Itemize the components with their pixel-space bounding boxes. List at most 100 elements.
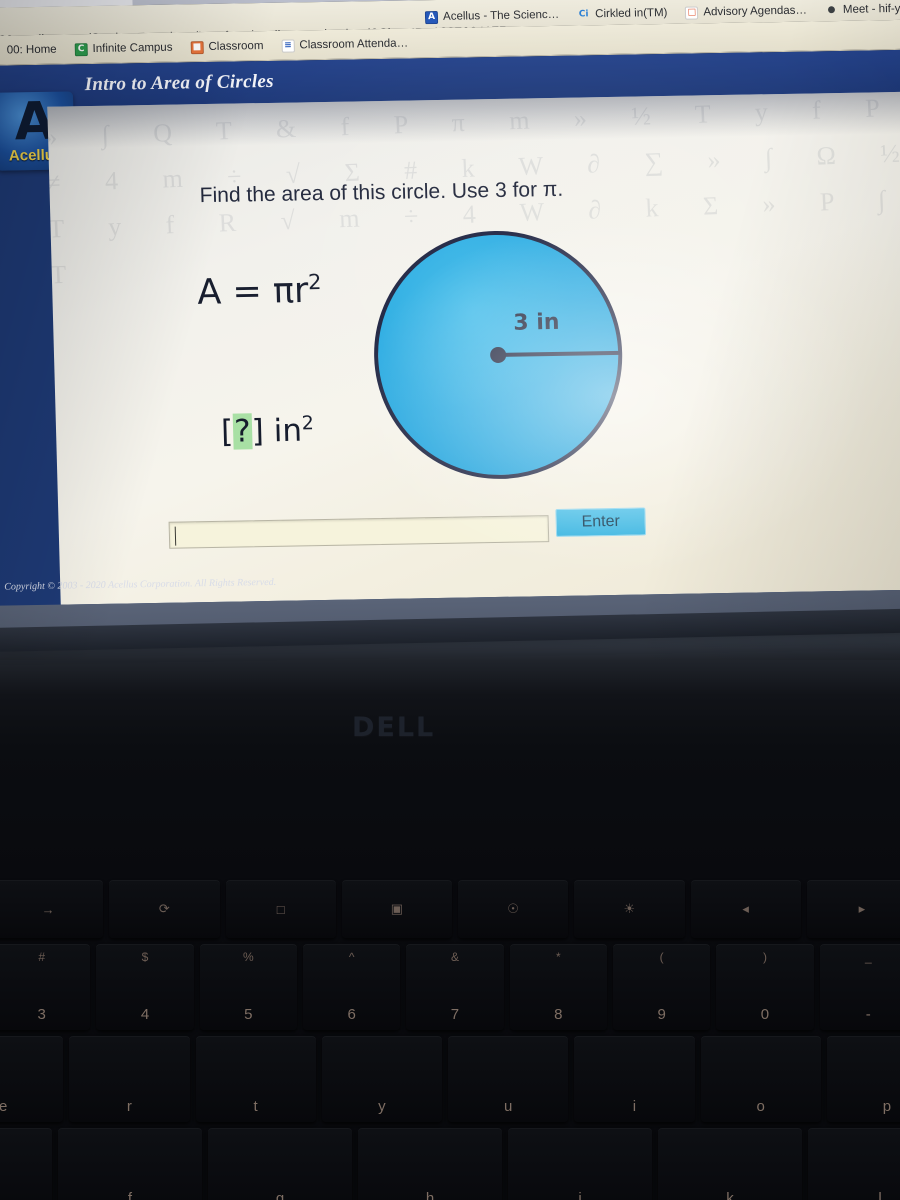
answer-expression: [?] in2 — [221, 412, 315, 450]
key-glyph: j — [578, 1190, 582, 1200]
keyboard-key[interactable]: y — [321, 1036, 442, 1122]
key-glyph: t — [253, 1098, 258, 1115]
bookmark-item[interactable]: □ Advisory Agendas… — [676, 4, 816, 20]
key-glyph: 3 — [37, 1006, 46, 1023]
key-shift-glyph: ) — [762, 950, 767, 964]
radius-label: 3 in — [512, 309, 560, 336]
bookmark-item[interactable]: 00: Home — [0, 43, 66, 57]
keyboard-number-row[interactable]: #3 $4% 5 ^ 6 & 7 * 8(9) 0 _ - — [0, 944, 900, 1030]
keyboard-key[interactable]: i — [574, 1036, 695, 1122]
key-glyph: ⟳ — [158, 901, 170, 916]
bookmark-label: Acellus - The Scienc… — [442, 8, 560, 23]
keyboard-key[interactable]: _ - — [819, 944, 900, 1030]
answer-blank: ? — [232, 413, 253, 450]
text-caret — [174, 526, 177, 546]
bookmark-favicon: ≡ — [281, 38, 295, 53]
key-glyph: ☀ — [623, 901, 636, 916]
key-glyph: ◂ — [742, 901, 749, 916]
bookmark-label: 00: Home — [6, 43, 57, 57]
bookmark-favicon: C — [74, 42, 88, 56]
key-shift-glyph: # — [38, 950, 45, 964]
key-glyph: ▣ — [390, 901, 404, 916]
keyboard-key[interactable]: p — [826, 1036, 900, 1122]
key-glyph: - — [865, 1006, 871, 1023]
keyboard-key[interactable]: ☀ — [574, 880, 685, 938]
keyboard-key[interactable]: #3 — [0, 944, 91, 1030]
key-glyph: g — [275, 1190, 285, 1200]
keyboard-key[interactable]: ▣ — [341, 880, 452, 938]
key-glyph: f — [127, 1190, 133, 1200]
bookmark-item[interactable]: C Infinite Campus — [65, 41, 181, 56]
bookmark-item[interactable]: ≡ Classroom Attenda… — [272, 37, 417, 53]
keyboard-letter-row-d[interactable]: dfghjkl — [0, 1128, 900, 1200]
keyboard-key[interactable]: ▸ — [806, 880, 900, 938]
keyboard-key[interactable]: t — [195, 1036, 316, 1122]
keyboard-key[interactable]: d — [0, 1128, 52, 1200]
keyboard-key[interactable]: □ — [225, 880, 336, 938]
keyboard-key[interactable]: ) 0 — [716, 944, 814, 1030]
answer-bracket-open: [ — [220, 413, 234, 451]
page-title: Intro to Area of Circles — [84, 70, 275, 96]
bookmark-item[interactable]: ● Meet - hif-yitc — [816, 2, 900, 17]
keyboard-key[interactable]: ⟳ — [109, 880, 220, 938]
bookmark-item[interactable]: A Acellus - The Scienc… — [416, 8, 568, 24]
bookmark-favicon: ■ — [190, 40, 204, 54]
answer-unit-exponent: 2 — [301, 412, 315, 435]
keyboard-key[interactable]: (9 — [612, 944, 711, 1030]
keyboard-key[interactable]: → — [0, 880, 104, 938]
keyboard-key[interactable]: l — [808, 1128, 900, 1200]
key-shift-glyph: $ — [141, 950, 149, 964]
keyboard-key[interactable]: g — [208, 1128, 352, 1200]
key-glyph: h — [425, 1190, 435, 1200]
bookmark-item[interactable]: ■ Classroom — [181, 39, 272, 54]
bookmark-favicon: A — [424, 10, 439, 24]
keyboard-key[interactable]: $4 — [96, 944, 194, 1030]
keyboard-key[interactable]: e — [0, 1036, 64, 1122]
enter-button[interactable]: Enter — [555, 507, 647, 537]
keyboard-key[interactable]: f — [58, 1128, 202, 1200]
circle-diagram: 3 in — [370, 228, 630, 485]
keyboard-key[interactable]: ☉ — [458, 880, 569, 938]
keyboard-key[interactable]: o — [700, 1036, 821, 1122]
keyboard-key[interactable]: k — [658, 1128, 802, 1200]
keyboard-key[interactable]: ^ 6 — [302, 944, 401, 1030]
bookmark-label: Classroom Attenda… — [299, 37, 409, 52]
keyboard-letter-row-e[interactable]: er t y ui o p — [0, 1036, 900, 1122]
key-shift-glyph: * — [555, 950, 561, 964]
acellus-page: Intro to Area of Circles A Acellus » ∫ Q… — [0, 49, 900, 638]
key-glyph: o — [756, 1098, 765, 1115]
key-glyph: k — [726, 1190, 734, 1200]
keyboard-key[interactable]: ◂ — [690, 880, 801, 938]
bookmark-label: Advisory Agendas… — [703, 4, 808, 19]
key-glyph: □ — [276, 901, 285, 917]
keyboard-key[interactable]: h — [358, 1128, 502, 1200]
key-shift-glyph: & — [450, 950, 459, 964]
answer-unit: in — [273, 412, 303, 450]
key-glyph: 4 — [140, 1006, 150, 1023]
keyboard-key[interactable]: % 5 — [199, 944, 297, 1030]
bookmark-label: Classroom — [208, 40, 264, 53]
key-shift-glyph: % — [242, 950, 254, 964]
key-shift-glyph: _ — [864, 950, 872, 964]
keyboard-key[interactable]: * 8 — [509, 944, 607, 1030]
keyboard-key[interactable]: j — [508, 1128, 652, 1200]
key-glyph: 7 — [450, 1006, 460, 1023]
keyboard-function-row[interactable]: → ⟳ □ ▣ ☉ ☀ ◂ ▸ — [0, 880, 900, 938]
keyboard-key[interactable]: & 7 — [406, 944, 504, 1030]
bookmark-label: Cirkled in(TM) — [595, 6, 668, 21]
key-glyph: 6 — [347, 1006, 356, 1023]
key-glyph: y — [378, 1098, 386, 1115]
keyboard-key[interactable]: r — [69, 1036, 190, 1122]
laptop-screen: M Gmail ain289.acellus.com/StudentFuncti… — [0, 0, 900, 646]
keyboard-key[interactable]: u — [448, 1036, 569, 1122]
key-glyph: ☉ — [507, 901, 519, 916]
bookmark-label: Infinite Campus — [92, 41, 173, 56]
key-glyph: 5 — [244, 1006, 253, 1023]
key-glyph: 9 — [657, 1006, 666, 1023]
bookmark-item[interactable]: Ci Cirkled in(TM) — [568, 6, 677, 21]
key-glyph: p — [882, 1098, 892, 1115]
key-shift-glyph: ^ — [348, 950, 355, 964]
key-glyph: ▸ — [858, 901, 866, 916]
key-glyph: 0 — [760, 1006, 770, 1023]
formula-exponent: 2 — [307, 270, 322, 295]
